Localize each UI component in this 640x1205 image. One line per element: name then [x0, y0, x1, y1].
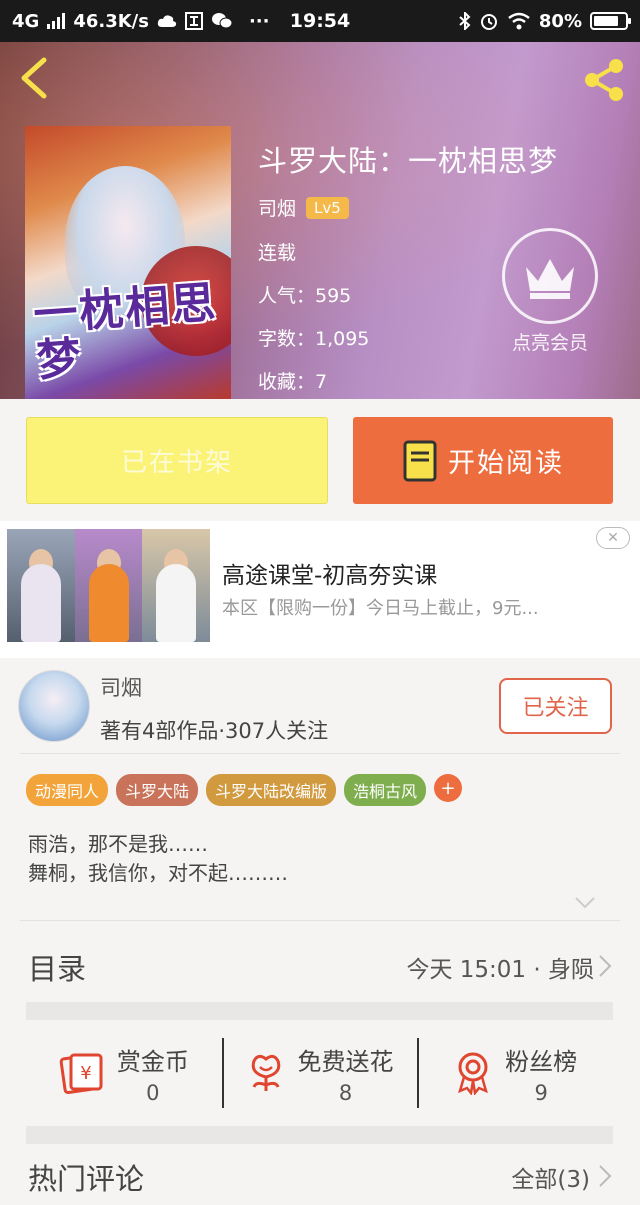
section-separator [26, 1126, 613, 1144]
reward-coins-button[interactable]: ¥ 赏金币 0 [26, 1020, 222, 1126]
app-notification-icon [184, 12, 203, 30]
action-bar: 已在书架 开始阅读 [0, 399, 640, 521]
battery-icon [590, 12, 631, 30]
close-icon[interactable]: ✕ [596, 527, 630, 549]
tag[interactable]: 动漫同人 [26, 774, 109, 806]
add-tag-button[interactable]: + [434, 774, 463, 802]
back-icon[interactable] [16, 56, 52, 100]
start-reading-label: 开始阅读 [448, 448, 564, 479]
divider [20, 753, 620, 754]
more-notifications: ··· [248, 10, 270, 32]
in-bookshelf-button[interactable]: 已在书架 [26, 417, 328, 504]
network-speed: 46.3K/s [73, 10, 149, 32]
avatar[interactable] [18, 670, 90, 742]
section-separator [26, 1002, 613, 1020]
book-title: 斗罗大陆：一枕相思梦 [258, 144, 559, 178]
support-row: ¥ 赏金币 0 免费送花 8 粉丝榜 9 [26, 1020, 613, 1126]
flower-icon [251, 1054, 280, 1091]
author-name[interactable]: 司烟 [258, 194, 296, 221]
status-bar: 4G 46.3K/s ··· 19:54 80% [0, 0, 640, 42]
start-reading-button[interactable]: 开始阅读 [353, 417, 613, 504]
all-comments-link[interactable]: 全部(3) [511, 1160, 590, 1194]
author-stats: 著有4部作品·307人关注 [100, 719, 329, 743]
red-envelope-icon: ¥ [59, 1053, 103, 1095]
ad-banner[interactable]: 高途课堂-初高夯实课 本区【限购一份】今日马上截止，9元... ✕ [0, 521, 640, 658]
author-profile-name[interactable]: 司烟 [100, 672, 142, 702]
author-row: 司烟 Lv5 [258, 194, 349, 221]
svg-text:¥: ¥ [80, 1063, 91, 1084]
book-cover[interactable]: 一枕相思梦 [25, 126, 231, 399]
fan-ranking-value: 9 [534, 1080, 548, 1105]
bluetooth-icon [459, 12, 471, 30]
hot-comments-title: 热门评论 [28, 1162, 145, 1196]
ad-title: 高途课堂-初高夯实课 [222, 563, 438, 589]
ad-image [7, 529, 210, 642]
fan-ranking-button[interactable]: 粉丝榜 9 [417, 1020, 613, 1126]
network-type: 4G [12, 10, 40, 32]
alarm-icon [480, 14, 497, 30]
tag[interactable]: 斗罗大陆 [116, 774, 199, 806]
reward-coins-label: 赏金币 [116, 1047, 189, 1076]
crown-icon [502, 228, 598, 324]
wifi-icon [508, 12, 530, 30]
serial-status: 连载 [258, 242, 297, 264]
ad-description: 本区【限购一份】今日马上截止，9元... [222, 598, 539, 619]
book-header: 一枕相思梦 斗罗大陆：一枕相思梦 司烟 Lv5 连载 人气：595 字数：1,0… [0, 42, 640, 399]
latest-chapter: 今天 15:01 · 身陨 [406, 957, 594, 983]
catalog-row[interactable]: 目录 今天 15:01 · 身陨 [0, 928, 640, 1000]
vip-label: 点亮会员 [511, 332, 588, 354]
send-flower-value: 8 [338, 1080, 353, 1105]
reward-coins-value: 0 [146, 1080, 160, 1105]
level-badge: Lv5 [306, 196, 349, 219]
vip-button[interactable]: 点亮会员 [500, 228, 600, 355]
signal-icon [47, 13, 66, 29]
chevron-down-icon[interactable] [574, 896, 596, 910]
hot-comments-row[interactable]: 热门评论 全部(3) [0, 1146, 640, 1205]
book-icon [403, 440, 437, 481]
tag[interactable]: 浩桐古风 [344, 774, 427, 806]
catalog-title: 目录 [28, 952, 87, 986]
cover-title-art: 一枕相思梦 [31, 277, 219, 387]
word-count: 字数：1,095 [258, 328, 370, 350]
followed-button[interactable]: 已关注 [499, 678, 612, 734]
send-flower-button[interactable]: 免费送花 8 [221, 1020, 418, 1126]
book-detail-section: 司烟 著有4部作品·307人关注 已关注 动漫同人 斗罗大陆 斗罗大陆改编版 浩… [0, 658, 640, 1205]
chevron-right-icon [599, 955, 612, 977]
wechat-icon [211, 13, 233, 29]
tag[interactable]: 斗罗大陆改编版 [206, 774, 337, 806]
send-flower-label: 免费送花 [297, 1047, 394, 1076]
divider [20, 920, 620, 921]
battery-percent: 80% [538, 10, 582, 32]
share-icon[interactable] [580, 56, 628, 104]
medal-icon [458, 1052, 489, 1095]
chevron-right-icon [599, 1165, 612, 1187]
cloud-icon [157, 15, 177, 27]
favorites-count: 收藏：7 [258, 371, 328, 393]
synopsis: 雨浩，那不是我…… 舞桐，我信你，对不起……… [28, 832, 288, 885]
tag-list: 动漫同人 斗罗大陆 斗罗大陆改编版 浩桐古风 + [26, 774, 463, 806]
popularity: 人气：595 [258, 285, 352, 307]
fan-ranking-label: 粉丝榜 [505, 1047, 578, 1076]
in-bookshelf-label: 已在书架 [120, 448, 233, 478]
